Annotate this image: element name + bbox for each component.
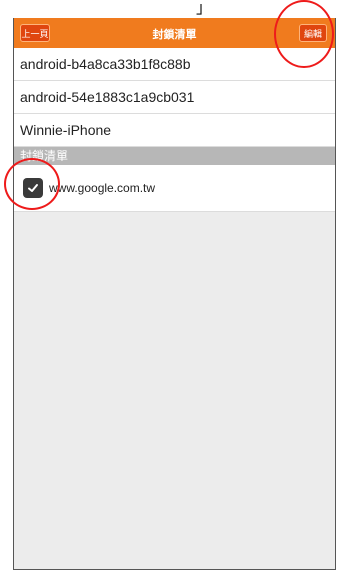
- blocked-item[interactable]: www.google.com.tw: [14, 165, 335, 212]
- device-item[interactable]: android-b4a8ca33b1f8c88b: [14, 48, 335, 81]
- check-icon: [28, 184, 38, 192]
- checkbox-checked[interactable]: [23, 178, 43, 198]
- caption-fragment: 」: [196, 0, 214, 17]
- device-item[interactable]: android-54e1883c1a9cb031: [14, 81, 335, 114]
- top-crop-area: 」: [0, 0, 342, 18]
- page-title: 封鎖清單: [152, 29, 197, 41]
- device-item[interactable]: Winnie-iPhone: [14, 114, 335, 147]
- blocked-section-header: 封鎖清單: [14, 147, 335, 165]
- app-header: 上一頁 封鎖清單 編輯: [14, 18, 335, 48]
- device-list: android-b4a8ca33b1f8c88b android-54e1883…: [14, 48, 335, 147]
- edit-button[interactable]: 編輯: [299, 24, 327, 42]
- blocked-item-label: www.google.com.tw: [49, 181, 156, 195]
- phone-screen: 上一頁 封鎖清單 編輯 android-b4a8ca33b1f8c88b and…: [13, 18, 336, 570]
